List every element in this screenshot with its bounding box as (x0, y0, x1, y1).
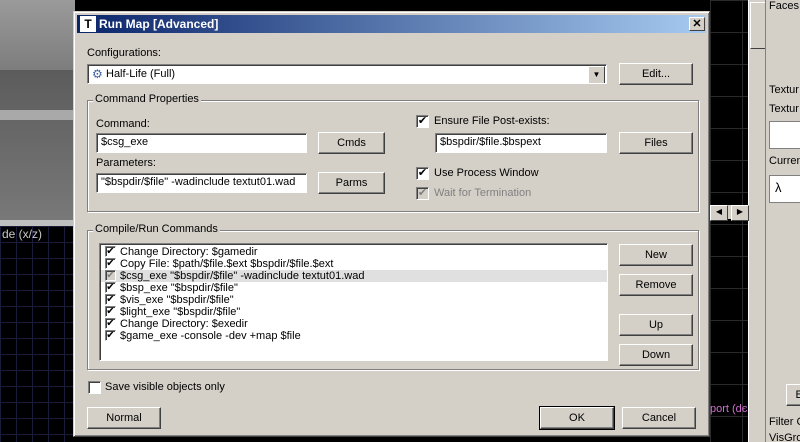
close-icon[interactable]: ✕ (689, 17, 705, 31)
command-list[interactable]: ✔ Change Directory: $gamedir ✔ Copy File: … (99, 243, 608, 361)
down-button[interactable]: Down (619, 344, 693, 366)
2d-viewport[interactable] (0, 226, 75, 442)
3d-viewport[interactable] (0, 0, 75, 220)
list-item-text: $game_exe -console -dev +map $file (120, 330, 301, 342)
run-map-dialog: T Run Map [Advanced] ✕ Configurations: ⚙… (73, 11, 710, 437)
list-item-text: Copy File: $path/$file.$ext $bspdir/$fil… (120, 258, 334, 270)
viewport-horizontal-scroll[interactable]: ◀ ▶ (710, 205, 750, 221)
command-label: Command: (96, 118, 150, 130)
list-item-text: $bsp_exe "$bspdir/$file" (120, 282, 238, 294)
list-item-checkbox[interactable]: ✔ (105, 258, 116, 269)
scroll-left-arrow-icon[interactable]: ◀ (710, 205, 728, 221)
compile-run-title: Compile/Run Commands (93, 223, 220, 235)
ensure-file-field[interactable]: $bspdir/$file.$bspext (435, 133, 607, 153)
list-item-checkbox[interactable]: ✔ (105, 282, 116, 293)
viewport-floor (0, 70, 75, 220)
scroll-right-arrow-icon[interactable]: ▶ (731, 205, 749, 221)
textures-label: Textur (769, 84, 799, 96)
list-item[interactable]: ✔ Copy File: $path/$file.$ext $bspdir/$fi… (101, 258, 607, 270)
files-button[interactable]: Files (619, 132, 693, 154)
list-item-checkbox[interactable]: ✔ (105, 306, 116, 317)
list-item-selected[interactable]: ✔ $csg_exe "$bspdir/$file" -wadinclude te… (101, 270, 607, 282)
ok-button[interactable]: OK (539, 406, 615, 430)
title-bar[interactable]: T Run Map [Advanced] ✕ (77, 15, 706, 33)
use-process-window-checkbox[interactable]: ✔ (416, 167, 429, 180)
viewport-vertical-scrollbar[interactable] (748, 0, 766, 442)
configuration-select[interactable]: ⚙ Half-Life (Full) ▼ (87, 64, 607, 84)
cmds-button[interactable]: Cmds (318, 132, 385, 154)
configurations-label: Configurations: (87, 47, 161, 59)
cancel-button[interactable]: Cancel (622, 407, 696, 429)
chevron-down-icon[interactable]: ▼ (588, 66, 605, 83)
configuration-value: Half-Life (Full) (106, 68, 176, 80)
list-item-text: Change Directory: $exedir (120, 318, 248, 330)
parameters-field[interactable]: "$bspdir/$file" -wadinclude textut01.wad (96, 173, 307, 193)
parms-button[interactable]: Parms (318, 172, 385, 194)
browse-button[interactable]: Br (786, 384, 800, 406)
wait-for-termination-label: Wait for Termination (434, 187, 532, 199)
list-item-text: $vis_exe "$bspdir/$file" (120, 294, 234, 306)
edit-button[interactable]: Edit... (619, 63, 693, 85)
lambda-icon[interactable]: λ (769, 175, 800, 203)
gear-icon: ⚙ (92, 67, 103, 81)
save-visible-label: Save visible objects only (105, 381, 225, 393)
list-item-checkbox[interactable]: ✔ (105, 294, 116, 305)
ensure-file-checkbox[interactable]: ✔ (416, 115, 429, 128)
visgroups-label: VisGro (769, 432, 800, 442)
side-panel: Faces: Textur Textur Curren λ Br Filter … (765, 0, 800, 442)
list-item-checkbox[interactable]: ✔ (105, 318, 116, 329)
wait-for-termination-checkbox: ✔ (416, 187, 429, 200)
command-properties-title: Command Properties (93, 93, 201, 105)
list-item[interactable]: ✔ Change Directory: $gamedir (101, 246, 607, 258)
scrollbar-thumb[interactable] (750, 2, 766, 49)
list-item[interactable]: ✔ $game_exe -console -dev +map $file (101, 330, 607, 342)
list-item-checkbox[interactable]: ✔ (105, 246, 116, 257)
list-item-text: $light_exe "$bspdir/$file" (120, 306, 241, 318)
new-button[interactable]: New (619, 244, 693, 266)
texture-group-label: Textur (769, 103, 799, 115)
command-properties-group (87, 100, 699, 212)
list-item[interactable]: ✔ $light_exe "$bspdir/$file" (101, 306, 607, 318)
use-process-window-label: Use Process Window (434, 167, 539, 179)
viewport-orientation-label: port (dє (710, 403, 748, 415)
viewport-wall (0, 0, 75, 70)
remove-button[interactable]: Remove (619, 274, 693, 296)
list-item-text: $csg_exe "$bspdir/$file" -wadinclude tex… (120, 270, 365, 282)
save-visible-checkbox[interactable] (88, 381, 101, 394)
texture-browser-icon[interactable] (769, 121, 800, 149)
viewport-label: de (x/z) (2, 227, 43, 241)
list-item-checkbox[interactable]: ✔ (105, 270, 116, 281)
list-item-text: Change Directory: $gamedir (120, 246, 258, 258)
list-item-checkbox[interactable]: ✔ (105, 330, 116, 341)
parameters-label: Parameters: (96, 157, 156, 169)
list-item[interactable]: ✔ $bsp_exe "$bspdir/$file" (101, 282, 607, 294)
normal-button[interactable]: Normal (87, 407, 161, 429)
dialog-title: Run Map [Advanced] (99, 17, 219, 31)
faces-label: Faces: (769, 0, 800, 12)
filter-control-label: Filter C (769, 416, 800, 428)
current-texture-label: Curren (769, 155, 800, 167)
up-button[interactable]: Up (619, 314, 693, 336)
viewport-ledge (0, 110, 75, 120)
list-item[interactable]: ✔ Change Directory: $exedir (101, 318, 607, 330)
command-field[interactable]: $csg_exe (96, 133, 307, 153)
hammer-icon: T (80, 16, 96, 32)
list-item[interactable]: ✔ $vis_exe "$bspdir/$file" (101, 294, 607, 306)
ensure-file-label: Ensure File Post-exists: (434, 115, 550, 127)
